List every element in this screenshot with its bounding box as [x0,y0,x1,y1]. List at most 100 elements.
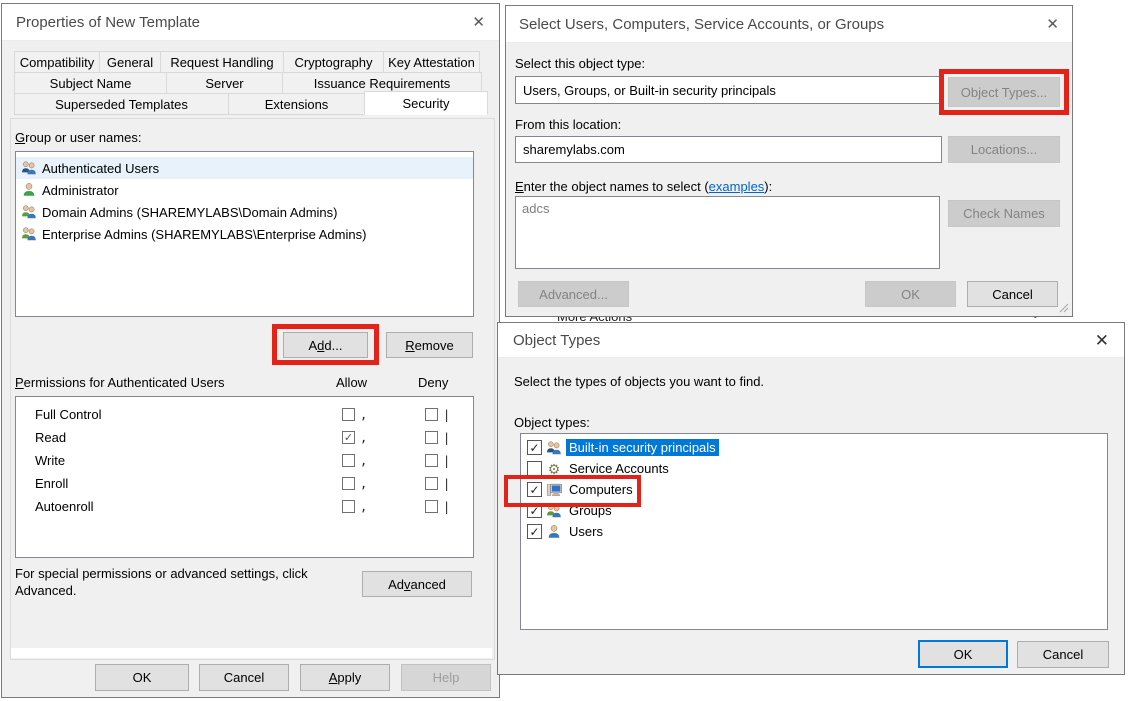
deny-checkbox[interactable] [425,431,438,444]
object-type-checkbox[interactable]: ✓ [527,440,542,455]
tab-superseded-templates[interactable]: Superseded Templates [14,93,229,115]
tab-row-3: Superseded Templates Extensions Security [14,93,492,114]
tab-key-attestation[interactable]: Key Attestation [383,51,480,73]
permission-name: Write [16,453,342,468]
permission-name: Full Control [16,407,342,422]
tab-subject-name[interactable]: Subject Name [14,72,167,94]
artifact-mark: , [360,431,367,445]
tab-row-2: Subject Name Server Issuance Requirement… [14,72,492,93]
deny-column-header: Deny [418,375,448,390]
object-type-checkbox[interactable]: ✓ [527,524,542,539]
artifact-mark: | [443,431,450,445]
examples-link[interactable]: examples [709,179,765,194]
user-icon [21,182,37,198]
tab-request-handling[interactable]: Request Handling [160,51,284,73]
close-icon[interactable]: ✕ [1095,333,1109,348]
tab-compatibility[interactable]: Compatibility [14,51,100,73]
ok-button[interactable]: OK [865,281,956,307]
select-users-dialog: Select Users, Computers, Service Account… [505,5,1073,317]
object-type-row[interactable]: ✓ Computers [521,479,1107,500]
object-type-checkbox[interactable]: ✓ [527,482,542,497]
cancel-button[interactable]: Cancel [967,281,1058,307]
tab-row-1: Compatibility General Request Handling C… [14,51,492,72]
group-list: Authenticated Users Administrator Domain… [15,151,474,317]
tab-extensions[interactable]: Extensions [228,93,365,115]
object-types-instruction: Select the types of objects you want to … [514,374,764,389]
object-type-label: Groups [566,502,615,519]
artifact-mark: | [443,454,450,468]
tab-page-bottom-edge [11,648,492,658]
deny-checkbox[interactable] [425,454,438,467]
permission-name: Enroll [16,476,342,491]
group-name: Authenticated Users [42,161,159,176]
users-group-icon [21,160,37,176]
advanced-note-line1: For special permissions or advanced sett… [15,566,308,581]
advanced-note-line2: Advanced. [15,583,76,598]
properties-dialog-titlebar[interactable]: Properties of New Template ✕ [2,4,499,41]
screen: Properties of New Template ✕ Compatibili… [0,0,1130,701]
deny-checkbox[interactable] [425,408,438,421]
group-list-item[interactable]: Administrator [16,179,473,201]
object-type-label: Built-in security principals [566,439,719,456]
object-type-row[interactable]: ✓ Groups [521,500,1107,521]
ok-button[interactable]: OK [95,664,189,691]
artifact-mark: , [360,408,367,422]
advanced-button[interactable]: Advanced [362,571,472,597]
check-names-button[interactable]: Check Names [948,200,1060,227]
object-names-label: Enter the object names to select (exampl… [515,179,772,194]
properties-dialog: Properties of New Template ✕ Compatibili… [1,3,500,698]
tab-security[interactable]: Security [364,91,488,115]
object-type-label: Service Accounts [566,460,672,477]
cancel-button[interactable]: Cancel [1017,641,1109,668]
allow-checkbox[interactable] [342,454,355,467]
add-button[interactable]: Add... [283,332,368,358]
artifact-mark: | [443,408,450,422]
object-type-row[interactable]: ✓ Built-in security principals [521,437,1107,458]
tab-general[interactable]: General [99,51,161,73]
advanced-button[interactable]: Advanced... [518,281,629,307]
tab-strip: Compatibility General Request Handling C… [14,51,492,114]
object-type-label: Users [566,523,606,540]
apply-button[interactable]: Apply [300,664,390,691]
close-icon[interactable]: ✕ [472,15,485,30]
permission-name: Autoenroll [16,499,342,514]
permission-row: Read ✓, | [16,426,473,449]
artifact-mark: | [443,477,450,491]
object-type-checkbox[interactable] [527,461,542,476]
allow-checkbox[interactable] [342,500,355,513]
allow-checkbox[interactable]: ✓ [342,431,355,444]
remove-button[interactable]: Remove [386,332,473,358]
allow-checkbox[interactable] [342,477,355,490]
resize-grip[interactable] [1059,303,1069,313]
location-field[interactable]: sharemylabs.com [515,136,942,163]
group-list-item[interactable]: Enterprise Admins (SHAREMYLABS\Enterpris… [16,223,473,245]
allow-checkbox[interactable] [342,408,355,421]
deny-checkbox[interactable] [425,500,438,513]
locations-button: Locations... [948,136,1060,163]
group-list-label: Group or user names: [15,130,141,145]
permissions-list: Full Control , | Read ✓, | Write , | Enr… [15,396,474,558]
ok-button[interactable]: OK [918,640,1008,668]
object-type-field[interactable]: Users, Groups, or Built-in security prin… [515,76,942,104]
deny-checkbox[interactable] [425,477,438,490]
object-type-row[interactable]: ✓ Users [521,521,1107,542]
group-name: Enterprise Admins (SHAREMYLABS\Enterpris… [42,227,366,242]
permission-row: Autoenroll , | [16,495,473,518]
object-type-row[interactable]: ⚙ Service Accounts [521,458,1107,479]
select-users-title: Select Users, Computers, Service Account… [519,16,884,33]
cancel-button[interactable]: Cancel [199,664,289,691]
artifact-mark: , [360,477,367,491]
object-type-checkbox[interactable]: ✓ [527,503,542,518]
tab-cryptography[interactable]: Cryptography [283,51,384,73]
allow-column-header: Allow [336,375,367,390]
group-list-item[interactable]: Authenticated Users [16,157,473,179]
select-users-titlebar[interactable]: Select Users, Computers, Service Account… [506,6,1072,43]
object-types-button[interactable]: Object Types... [948,77,1060,107]
object-types-titlebar[interactable]: Object Types ✕ [498,323,1124,358]
group-list-item[interactable]: Domain Admins (SHAREMYLABS\Domain Admins… [16,201,473,223]
tab-server[interactable]: Server [166,72,283,94]
object-names-input[interactable]: adcs [515,196,940,269]
close-icon[interactable]: ✕ [1046,17,1059,32]
help-button: Help [401,664,491,691]
users-group-icon [546,440,562,456]
